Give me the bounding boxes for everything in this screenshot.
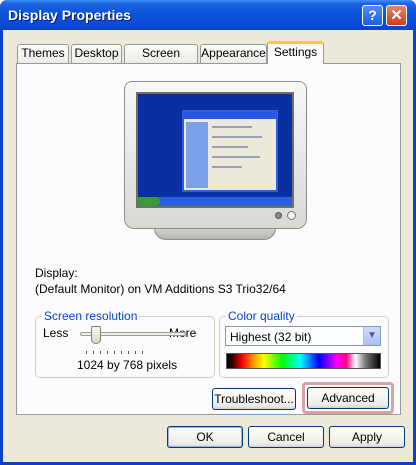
cancel-button[interactable]: Cancel: [248, 426, 324, 448]
monitor-screen: [136, 92, 294, 208]
resolution-value: 1024 by 768 pixels: [77, 358, 178, 372]
preview-window: [182, 110, 278, 192]
title-bar[interactable]: Display Properties ? ✕: [0, 0, 416, 30]
color-quality-select[interactable]: Highest (32 bit) ▼: [225, 326, 381, 346]
preview-start-button: [138, 197, 160, 206]
tab-settings[interactable]: Settings: [267, 41, 324, 64]
power-led-icon: [275, 212, 282, 219]
resolution-less-label: Less: [43, 326, 69, 340]
preview-taskbar: [138, 197, 292, 206]
resolution-slider-thumb[interactable]: [91, 326, 101, 344]
display-properties-window: Display Properties ? ✕ Themes Desktop Sc…: [0, 0, 416, 465]
monitor-stand: [154, 228, 276, 240]
color-quality-label: Color quality: [226, 309, 297, 323]
color-preview-bar: [226, 353, 381, 369]
power-button-icon: [287, 211, 296, 220]
advanced-button[interactable]: Advanced: [307, 387, 389, 409]
chevron-down-icon[interactable]: ▼: [363, 327, 380, 345]
apply-button[interactable]: Apply: [329, 426, 405, 448]
close-button[interactable]: ✕: [386, 5, 407, 26]
help-button[interactable]: ?: [362, 5, 383, 26]
tab-appearance[interactable]: Appearance: [200, 44, 267, 63]
settings-panel: Display: (Default Monitor) on VM Additio…: [16, 63, 401, 415]
troubleshoot-button[interactable]: Troubleshoot...: [212, 388, 296, 410]
tab-screen-saver[interactable]: Screen Saver: [124, 44, 198, 77]
display-device: (Default Monitor) on VM Additions S3 Tri…: [35, 282, 286, 296]
monitor-preview: [124, 81, 307, 229]
ok-button[interactable]: OK: [167, 426, 243, 448]
screen-resolution-label: Screen resolution: [42, 309, 140, 323]
color-quality-value: Highest (32 bit): [230, 330, 312, 344]
tab-desktop[interactable]: Desktop: [71, 44, 122, 63]
tab-themes[interactable]: Themes: [17, 44, 69, 63]
display-label: Display:: [35, 266, 78, 280]
window-title: Display Properties: [8, 7, 131, 23]
